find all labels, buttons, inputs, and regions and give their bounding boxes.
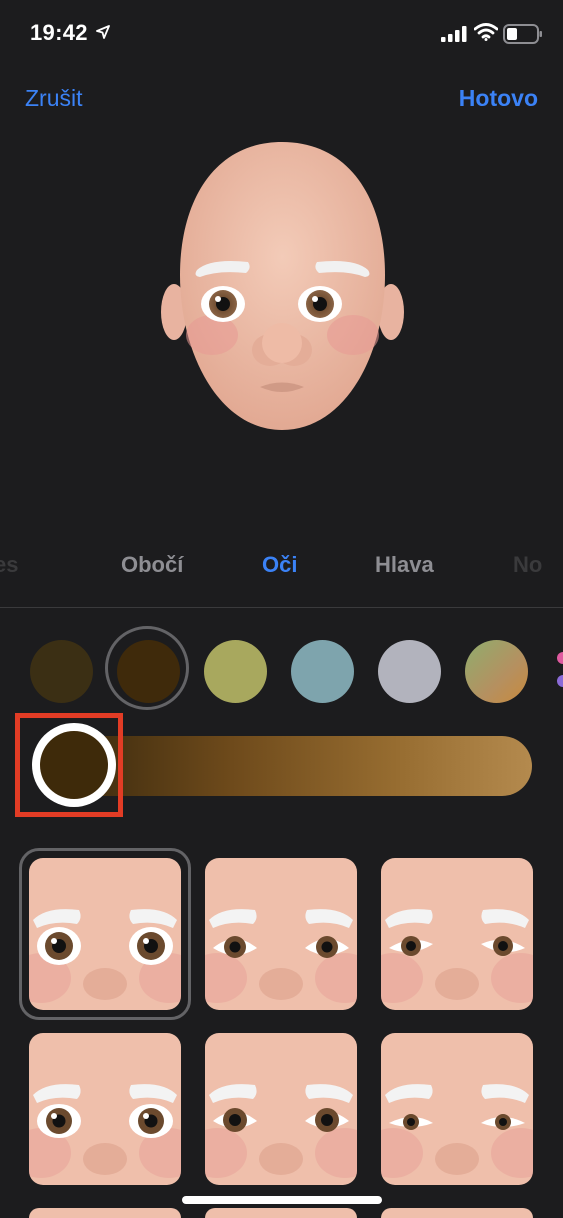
eye-color-swatch-5[interactable]: [378, 640, 441, 703]
tab-eyes[interactable]: Oči: [262, 552, 297, 578]
cancel-button[interactable]: Zrušit: [25, 85, 83, 112]
home-indicator[interactable]: [182, 1196, 382, 1204]
tab-partial-right[interactable]: No: [513, 552, 542, 578]
eye-shape-option-5[interactable]: [205, 1033, 357, 1185]
eye-color-swatch-4[interactable]: [291, 640, 354, 703]
more-colors-partial[interactable]: [552, 646, 563, 692]
divider: [0, 607, 563, 608]
eye-shape-option-8-partial[interactable]: [205, 1208, 357, 1218]
eye-shape-option-9-partial[interactable]: [381, 1208, 533, 1218]
battery-icon: [503, 24, 542, 44]
cellular-signal-icon: [441, 26, 467, 42]
shade-slider-knob[interactable]: [32, 723, 116, 807]
eye-shape-option-3[interactable]: [381, 858, 533, 1010]
status-bar: 19:42: [0, 0, 563, 70]
eye-color-swatch-3[interactable]: [204, 640, 267, 703]
category-tabs: es Obočí Oči Hlava No: [0, 552, 563, 588]
location-arrow-icon: [96, 25, 110, 39]
eye-color-swatch-1[interactable]: [30, 640, 93, 703]
eye-shape-option-4[interactable]: [29, 1033, 181, 1185]
eye-color-swatch-6[interactable]: [465, 640, 528, 703]
knob-color: [40, 731, 108, 799]
tab-partial-left[interactable]: es: [0, 552, 18, 578]
eye-color-swatch-2[interactable]: [117, 640, 180, 703]
shade-slider-track[interactable]: [70, 736, 532, 796]
memoji-preview: [161, 142, 404, 430]
tab-eyebrows[interactable]: Obočí: [121, 552, 183, 578]
eye-shape-option-2[interactable]: [205, 858, 357, 1010]
done-button[interactable]: Hotovo: [459, 85, 538, 112]
eye-shape-option-6[interactable]: [381, 1033, 533, 1185]
status-time: 19:42: [30, 20, 88, 45]
eye-shape-option-7-partial[interactable]: [29, 1208, 181, 1218]
tab-head[interactable]: Hlava: [375, 552, 434, 578]
wifi-icon: [474, 23, 498, 41]
eye-shape-option-1[interactable]: [29, 858, 181, 1010]
